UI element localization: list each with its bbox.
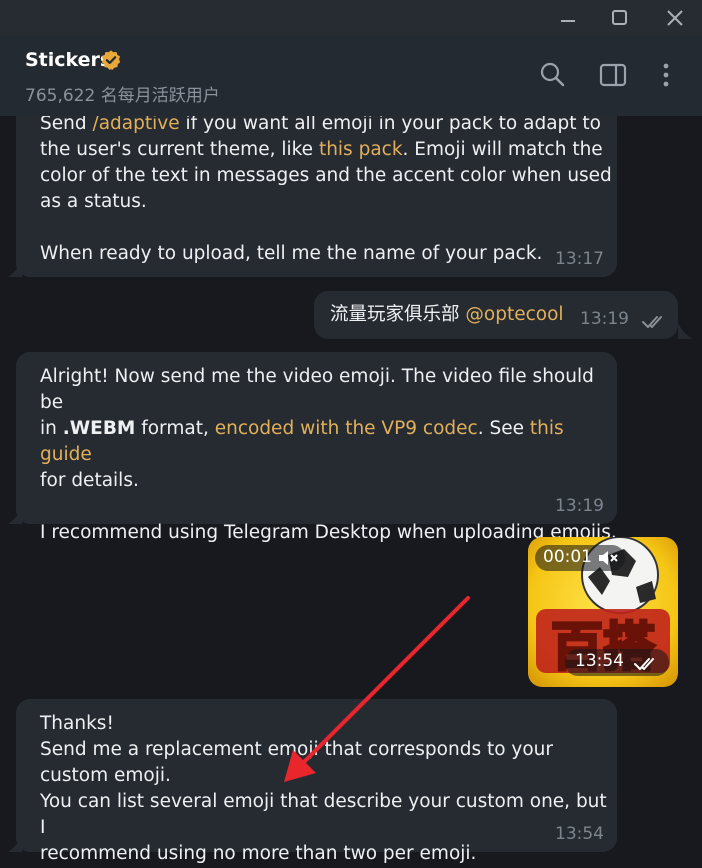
text-span: in — [40, 418, 63, 439]
text-span: Send — [40, 116, 93, 134]
message-time: 13:19 — [555, 496, 604, 516]
message-time: 13:19 — [580, 309, 629, 329]
search-icon — [540, 62, 565, 87]
double-check-icon — [642, 316, 662, 328]
message-time: 13:54 — [555, 824, 604, 844]
format-name: .WEBM — [62, 418, 136, 439]
incoming-message[interactable]: Alright! Now send me the video emoji. Th… — [16, 352, 617, 543]
message-line — [40, 494, 617, 520]
text-span: format, — [135, 418, 215, 439]
video-duration-pill: 00:01 — [535, 545, 625, 571]
message-line: recommend using no more than two per emo… — [40, 843, 477, 864]
message-line — [40, 215, 617, 241]
message-line: custom emoji. — [40, 765, 171, 786]
search-button[interactable] — [538, 60, 568, 90]
outgoing-message[interactable]: 流量玩家俱乐部 @optecool 13:19 — [314, 291, 678, 339]
chat-title: Stickers — [25, 49, 112, 71]
more-vertical-icon — [663, 63, 669, 87]
message-line: Alright! Now send me the video emoji. Th… — [40, 366, 594, 413]
video-duration: 00:01 — [543, 547, 592, 567]
chat-header[interactable]: Stickers 765,622 名每月活跃用户 — [0, 36, 702, 116]
command-link[interactable]: /adaptive — [92, 116, 179, 134]
bubble-tail — [678, 323, 692, 339]
video-message[interactable]: 百搭 00:01 13:54 — [528, 537, 678, 687]
pack-link[interactable]: this pack — [319, 139, 403, 160]
close-button[interactable] — [652, 0, 698, 36]
message-list[interactable]: Send /adaptive if you want all emoji in … — [0, 116, 702, 868]
message-time: 13:17 — [555, 249, 604, 269]
message-line: Send /adaptive if you want all emoji in … — [40, 116, 617, 137]
text-span: . Emoji will match the — [402, 139, 603, 160]
member-count: 765,622 名每月活跃用户 — [25, 86, 220, 106]
bubble-tail — [8, 508, 22, 524]
minimize-icon — [561, 20, 575, 22]
double-check-icon — [634, 658, 654, 670]
message-time: 13:54 — [575, 651, 624, 671]
sidebar-toggle-icon — [599, 63, 627, 87]
video-time-pill: 13:54 — [565, 649, 669, 676]
muted-speaker-icon — [599, 551, 618, 565]
text-span: . See — [477, 418, 530, 439]
message-line: When ready to upload, tell me the name o… — [40, 243, 543, 264]
text-span: if you want all emoji in your pack to ad… — [179, 116, 601, 134]
incoming-message[interactable]: Send /adaptive if you want all emoji in … — [16, 116, 617, 277]
maximize-icon — [612, 10, 627, 25]
close-icon — [667, 10, 683, 26]
window-titlebar — [0, 0, 702, 36]
sidebar-toggle-button[interactable] — [598, 60, 628, 90]
message-line: Thanks! — [40, 713, 114, 734]
message-text: 流量玩家俱乐部 — [330, 304, 460, 325]
minimize-button[interactable] — [546, 0, 592, 36]
maximize-button[interactable] — [598, 0, 644, 36]
message-line: Send me a replacement emoji that corresp… — [40, 739, 554, 760]
message-line: color of the text in messages and the ac… — [40, 165, 612, 186]
verified-badge-icon — [101, 50, 121, 70]
message-line: as a status. — [40, 191, 147, 212]
incoming-message[interactable]: Thanks! Send me a replacement emoji that… — [16, 699, 617, 864]
bubble-tail — [8, 261, 22, 277]
message-line: in .WEBM format, encoded with the VP9 co… — [40, 416, 617, 468]
more-menu-button[interactable] — [652, 60, 682, 90]
mention-link[interactable]: @optecool — [465, 304, 563, 325]
text-span: the user's current theme, like — [40, 139, 319, 160]
vp9-codec-link[interactable]: encoded with the VP9 codec — [215, 418, 478, 439]
message-line: the user's current theme, like this pack… — [40, 137, 617, 163]
message-line: You can list several emoji that describe… — [40, 791, 607, 838]
bubble-tail — [8, 836, 22, 852]
message-line: for details. — [40, 470, 139, 491]
